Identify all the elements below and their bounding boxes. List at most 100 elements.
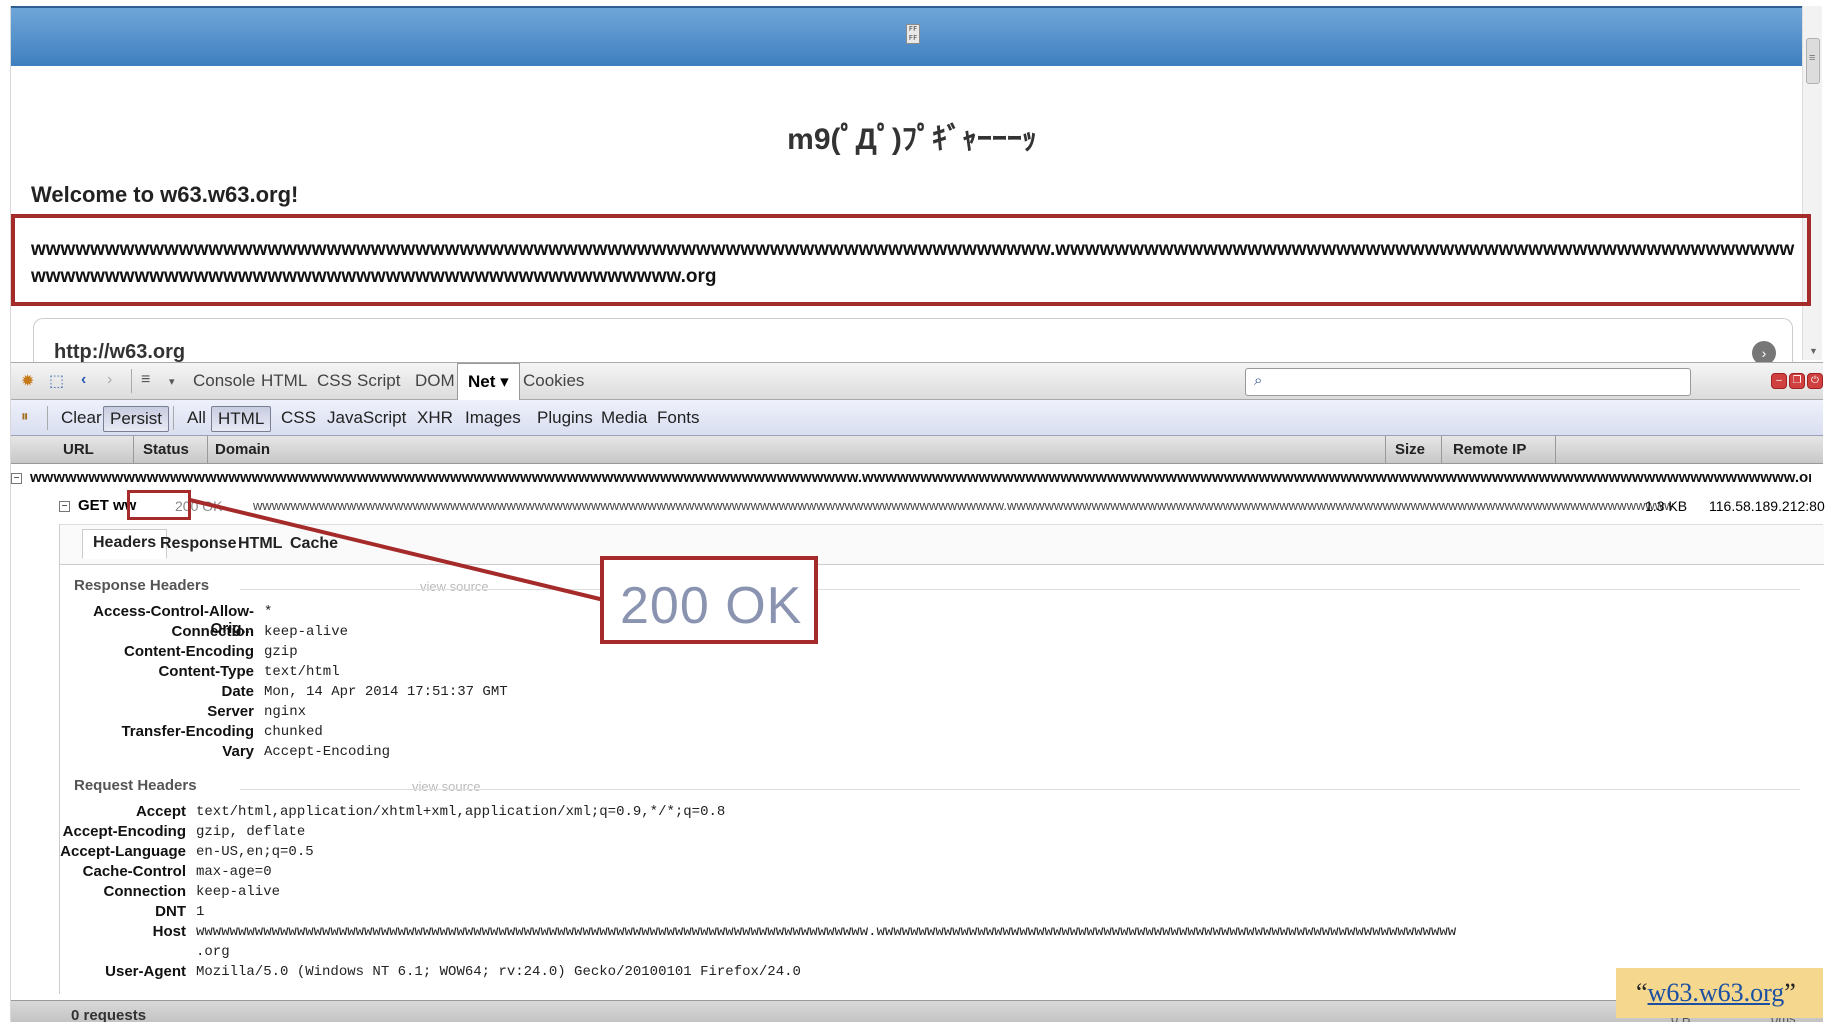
header-name: Server [207,703,254,720]
scrollbar-thumb[interactable] [1806,38,1820,84]
column-url[interactable]: URL [63,441,94,458]
header-value: keep-alive [196,884,281,900]
request-domain: wwwwwwwwwwwwwwwwwwwwwwwwwwwwwwwwwwwwwwww… [253,498,1673,513]
header-value: chunked [264,724,323,740]
tab-css[interactable]: CSS [317,363,352,400]
search-icon: ⌕ [1254,372,1263,389]
column-status[interactable]: Status [143,441,189,458]
firebug-toolbar: ✹ ⬚ ‹ › ≡ ▾ Console HTML CSS Script DOM … [11,362,1823,400]
header-name: Accept-Encoding [62,823,186,840]
column-divider [207,436,208,464]
request-remote-ip: 116.58.189.212:80 [1709,498,1825,514]
tab-html[interactable]: HTML [261,363,307,400]
domain-group-row[interactable]: − wwwwwwwwwwwwwwwwwwwwwwwwwwwwwwwwwwwwwww… [11,469,1811,489]
caption-text: “w63.w63.org” [1636,978,1796,1008]
tab-net[interactable]: Net ▾ [457,363,520,400]
net-filter-bar: ⏸ Clear Persist All HTML CSS JavaScript … [11,400,1823,436]
header-name: Transfer-Encoding [121,723,254,740]
filter-javascript[interactable]: JavaScript [321,406,412,432]
tab-dom[interactable]: DOM [415,363,455,400]
tab-cache[interactable]: Cache [290,535,338,553]
header-value: gzip [264,644,298,660]
column-remote-ip[interactable]: Remote IP [1453,441,1526,458]
header-name: Connection [103,883,187,900]
header-name: DNT [155,903,186,920]
column-divider [1555,436,1556,464]
detach-icon[interactable]: ❐ [1789,373,1805,389]
search-box[interactable]: ⌕ [1245,368,1691,396]
callout-status-text: 200 OK [620,577,803,635]
net-status-bar: 0 requests 0 B 0ms (onload [11,1000,1823,1022]
clear-button[interactable]: Clear [55,406,108,432]
header-value: keep-alive [264,624,349,640]
header-name: User-Agent [105,963,186,980]
header-name: Vary [222,743,254,760]
caption-close-quote: ” [1784,978,1796,1007]
net-pause-icon[interactable]: ⏸ [21,408,29,425]
highlight-box-domain [11,214,1811,306]
caption-open-quote: “ [1636,978,1648,1007]
filter-css[interactable]: CSS [275,406,322,432]
filter-images[interactable]: Images [459,406,527,432]
url-text[interactable]: http://w63.org [54,341,185,364]
header-value: .org [196,944,230,960]
filter-plugins[interactable]: Plugins [531,406,599,432]
toolbar-divider [173,406,174,430]
filter-xhr[interactable]: XHR [411,406,459,432]
collapse-icon[interactable]: − [59,500,70,512]
detail-tab-bar: Headers Response HTML Cache [60,525,1824,565]
caption-link[interactable]: w63.w63.org [1648,978,1785,1007]
tab-response[interactable]: Response [160,535,236,553]
scroll-down-arrow-icon[interactable]: ▼ [1809,346,1818,356]
header-value: gzip, deflate [196,824,306,840]
list-icon[interactable]: ≡ [141,371,150,389]
page-scrollbar[interactable]: ▼ [1802,6,1822,360]
column-divider [1385,436,1386,464]
request-row[interactable]: − GET ww 200 OK wwwwwwwwwwwwwwwwwwwwwwwww… [47,494,1825,518]
minimize-icon[interactable]: – [1771,373,1787,389]
firebug-bug-icon[interactable]: ✹ [21,371,34,391]
header-name: Host [152,923,186,940]
request-detail-panel: Headers Response HTML Cache Response Hea… [59,524,1824,994]
tab-console[interactable]: Console [193,363,255,400]
header-value: text/html [264,664,340,680]
section-divider [240,789,1800,790]
tab-script[interactable]: Script [357,363,400,400]
column-divider [133,436,134,464]
net-column-header: URL Status Domain Size Remote IP [11,436,1823,464]
highlight-box-status [127,490,191,520]
forward-arrow-icon[interactable]: › [107,371,112,389]
menu-dropdown-icon[interactable]: ▾ [169,375,175,388]
toolbar-divider [131,369,132,393]
header-value: max-age=0 [196,864,272,880]
close-icon[interactable]: ⏻ [1807,373,1823,389]
response-view-source-link[interactable]: view source [420,579,489,594]
tab-html-detail[interactable]: HTML [238,535,282,553]
collapse-icon[interactable]: − [11,472,22,484]
header-name: Content-Type [158,663,254,680]
inspect-icon[interactable]: ⬚ [49,371,64,391]
status-callout: 200 OK [600,556,818,644]
search-input[interactable] [1276,372,1676,392]
header-name: Accept-Language [60,843,186,860]
page-title: m9(ﾟДﾟ)ﾌﾟｷﾞｬｰｰｰｯ [787,123,1037,156]
section-divider [240,589,1800,590]
request-method: − GET ww [59,497,136,514]
persist-button[interactable]: Persist [103,406,169,432]
header-name: Cache-Control [82,863,186,880]
welcome-text: Welcome to w63.w63.org! [31,182,299,207]
tab-cookies[interactable]: Cookies [523,363,584,400]
request-view-source-link[interactable]: view source [412,779,481,794]
back-arrow-icon[interactable]: ‹ [81,371,86,389]
header-value: 1 [196,904,205,920]
column-size[interactable]: Size [1395,441,1425,458]
filter-html[interactable]: HTML [211,406,272,432]
header-value: Accept-Encoding [264,744,391,760]
filter-fonts[interactable]: Fonts [651,406,706,432]
column-divider [1441,436,1442,464]
column-domain[interactable]: Domain [215,441,270,458]
filter-media[interactable]: Media [595,406,653,432]
request-size: 1.3 KB [1645,498,1688,514]
tab-headers[interactable]: Headers [82,529,168,559]
filter-all[interactable]: All [181,406,212,432]
